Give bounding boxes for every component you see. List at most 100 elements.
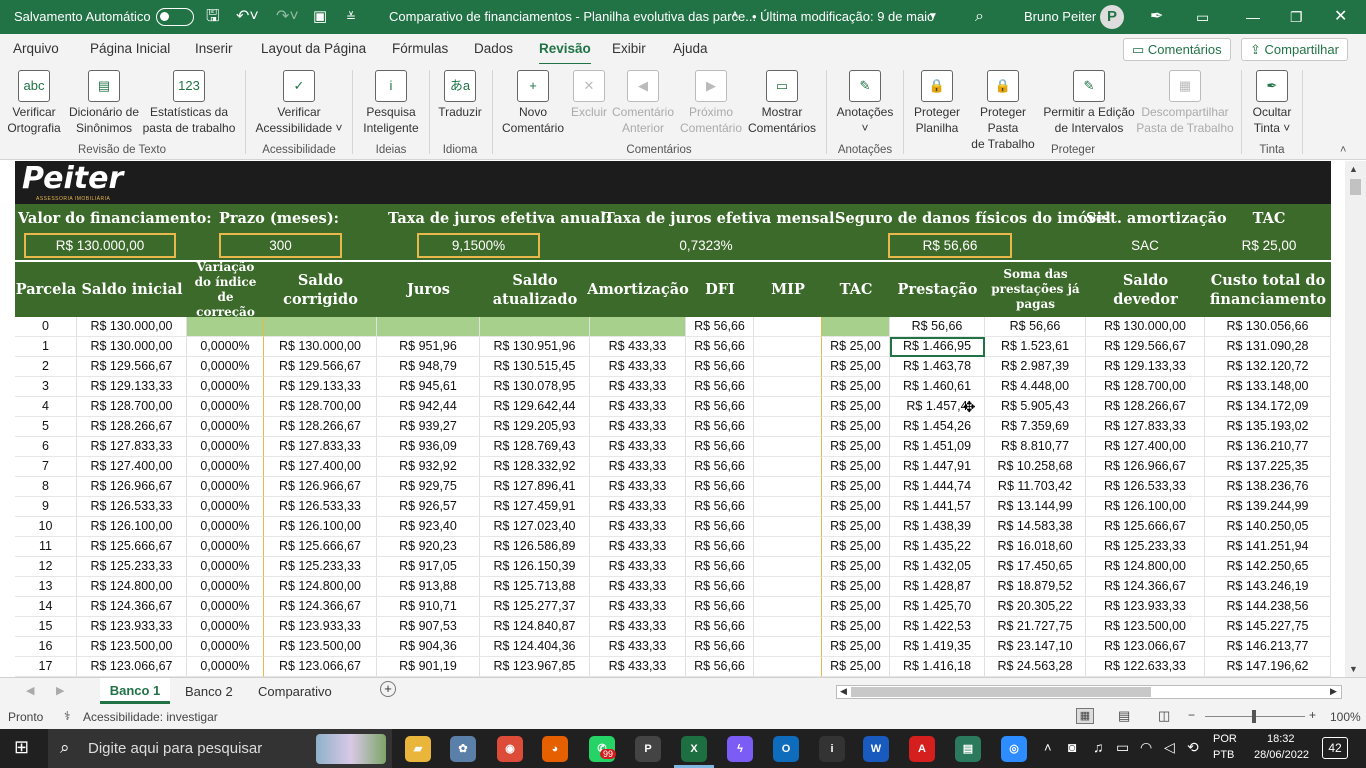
table-cell[interactable]: R$ 433,33 — [590, 617, 686, 637]
app-icon[interactable]: ✿ — [450, 736, 476, 762]
column-header[interactable]: Amortização — [587, 262, 689, 317]
table-cell[interactable]: R$ 126.966,67 — [1086, 457, 1205, 477]
zoom-level[interactable]: 100% — [1330, 710, 1361, 724]
param-value[interactable]: 0,7323% — [660, 233, 752, 258]
zoom-slider-thumb[interactable] — [1252, 710, 1256, 723]
table-cell[interactable]: R$ 433,33 — [590, 637, 686, 657]
table-cell[interactable]: R$ 920,23 — [377, 537, 480, 557]
table-cell[interactable]: R$ 942,44 — [377, 397, 480, 417]
table-cell[interactable] — [754, 597, 822, 617]
table-cell[interactable]: R$ 21.727,75 — [985, 617, 1086, 637]
table-cell[interactable]: R$ 25,00 — [822, 357, 890, 377]
table-cell[interactable]: R$ 126.533,33 — [264, 497, 377, 517]
table-cell[interactable]: R$ 126.533,33 — [1086, 477, 1205, 497]
table-cell[interactable]: R$ 126.966,67 — [264, 477, 377, 497]
table-cell[interactable]: R$ 128.266,67 — [77, 417, 187, 437]
table-cell[interactable]: R$ 147.196,62 — [1205, 657, 1331, 677]
spreadsheet-grid[interactable]: Peiter ASSESSORIA IMOBILIÁRIA Valor do fin… — [0, 161, 1345, 677]
table-cell[interactable]: 0,0000% — [187, 637, 264, 657]
vertical-scrollbar[interactable]: ▲ ▼ — [1345, 161, 1366, 677]
table-cell[interactable]: 0,0000% — [187, 617, 264, 637]
table-cell[interactable] — [754, 657, 822, 677]
table-cell[interactable]: R$ 56,66 — [686, 657, 754, 677]
table-cell[interactable]: R$ 433,33 — [590, 557, 686, 577]
word-icon[interactable]: W — [863, 736, 889, 762]
table-cell[interactable]: R$ 124.800,00 — [264, 577, 377, 597]
table-cell[interactable]: R$ 25,00 — [822, 557, 890, 577]
table-cell[interactable]: R$ 129.566,67 — [1086, 337, 1205, 357]
table-cell[interactable]: R$ 910,71 — [377, 597, 480, 617]
table-cell[interactable]: 0,0000% — [187, 377, 264, 397]
table-cell[interactable]: R$ 125.233,33 — [77, 557, 187, 577]
table-cell[interactable]: R$ 56,66 — [686, 457, 754, 477]
table-cell[interactable]: R$ 1.419,35 — [890, 637, 985, 657]
table-cell[interactable]: R$ 25,00 — [822, 437, 890, 457]
table-cell[interactable]: R$ 123.500,00 — [264, 637, 377, 657]
hscroll-thumb[interactable] — [851, 687, 1151, 697]
sync-icon[interactable]: ⟲ — [1187, 739, 1199, 756]
add-sheet-icon[interactable]: + — [380, 681, 396, 697]
table-cell[interactable]: R$ 904,36 — [377, 637, 480, 657]
zoom-out-icon[interactable]: − — [1188, 708, 1195, 722]
table-cell[interactable]: R$ 13.144,99 — [985, 497, 1086, 517]
table-cell[interactable]: 14 — [15, 597, 77, 617]
table-cell[interactable]: R$ 433,33 — [590, 417, 686, 437]
table-cell[interactable]: R$ 1.441,57 — [890, 497, 985, 517]
table-cell[interactable]: R$ 25,00 — [822, 637, 890, 657]
tab-inserir[interactable]: Inserir — [195, 41, 233, 56]
table-cell[interactable]: 13 — [15, 577, 77, 597]
table-cell[interactable]: R$ 130.056,66 — [1205, 317, 1331, 337]
comments-button[interactable]: ▭ Comentários — [1123, 38, 1231, 61]
scroll-down-icon[interactable]: ▼ — [1349, 664, 1358, 674]
table-cell[interactable]: R$ 124.366,67 — [264, 597, 377, 617]
table-cell[interactable] — [754, 357, 822, 377]
excel-icon[interactable]: X — [681, 736, 707, 762]
table-cell[interactable]: R$ 142.250,65 — [1205, 557, 1331, 577]
save-icon[interactable]: 🖫 — [206, 0, 220, 34]
table-cell[interactable]: R$ 433,33 — [590, 477, 686, 497]
share-button[interactable]: ⇪ Compartilhar — [1241, 38, 1348, 61]
scroll-thumb[interactable] — [1350, 179, 1361, 195]
table-cell[interactable]: R$ 130.000,00 — [264, 337, 377, 357]
table-cell[interactable]: R$ 433,33 — [590, 457, 686, 477]
tray-chevron-icon[interactable]: ˄ — [1044, 740, 1052, 755]
table-cell[interactable]: R$ 4.448,00 — [985, 377, 1086, 397]
table-cell[interactable] — [754, 397, 822, 417]
table-cell[interactable]: 17 — [15, 657, 77, 677]
param-value[interactable]: R$ 130.000,00 — [24, 233, 176, 258]
battery-icon[interactable]: ▭ — [1116, 739, 1129, 756]
table-cell[interactable] — [754, 557, 822, 577]
table-cell[interactable]: R$ 25,00 — [822, 397, 890, 417]
table-cell[interactable]: R$ 433,33 — [590, 377, 686, 397]
clock-date[interactable]: 28/06/2022 — [1254, 749, 1309, 761]
tab-pagina-inicial[interactable]: Página Inicial — [90, 41, 170, 56]
modified-info[interactable]: • Última modificação: 9 de maio — [752, 0, 934, 34]
taskbar-search-box[interactable]: ⌕ Digite aqui para pesquisar — [48, 729, 392, 768]
close-icon[interactable]: ✕ — [1334, 0, 1347, 34]
table-cell[interactable]: R$ 125.277,37 — [480, 597, 590, 617]
table-cell[interactable]: R$ 143.246,19 — [1205, 577, 1331, 597]
table-cell[interactable] — [754, 637, 822, 657]
table-cell[interactable]: R$ 25,00 — [822, 657, 890, 677]
table-cell[interactable]: 6 — [15, 437, 77, 457]
table-cell[interactable]: R$ 125.666,67 — [264, 537, 377, 557]
table-cell[interactable]: R$ 1.432,05 — [890, 557, 985, 577]
table-cell[interactable]: R$ 127.023,40 — [480, 517, 590, 537]
hide-ink-button[interactable]: ✒ Ocultar Tinta ˅ — [1244, 70, 1300, 136]
table-cell[interactable]: R$ 126.100,00 — [1086, 497, 1205, 517]
table-cell[interactable]: R$ 56,66 — [686, 477, 754, 497]
sheet-tab-banco-1[interactable]: Banco 1 — [100, 678, 170, 704]
table-cell[interactable]: R$ 926,57 — [377, 497, 480, 517]
accessibility-status[interactable]: Acessibilidade: investigar — [83, 710, 218, 724]
zoom-in-icon[interactable]: + — [1309, 708, 1316, 722]
table-cell[interactable] — [754, 577, 822, 597]
table-cell[interactable]: R$ 939,27 — [377, 417, 480, 437]
table-cell[interactable]: R$ 1.463,78 — [890, 357, 985, 377]
table-cell[interactable]: R$ 5.905,43 — [985, 397, 1086, 417]
table-cell[interactable]: R$ 917,05 — [377, 557, 480, 577]
table-cell[interactable]: 0,0000% — [187, 597, 264, 617]
table-cell[interactable]: R$ 130.000,00 — [77, 317, 187, 337]
table-cell[interactable]: R$ 129.566,67 — [77, 357, 187, 377]
table-cell[interactable]: R$ 130.078,95 — [480, 377, 590, 397]
column-header[interactable]: Saldo corrigido — [264, 262, 377, 317]
